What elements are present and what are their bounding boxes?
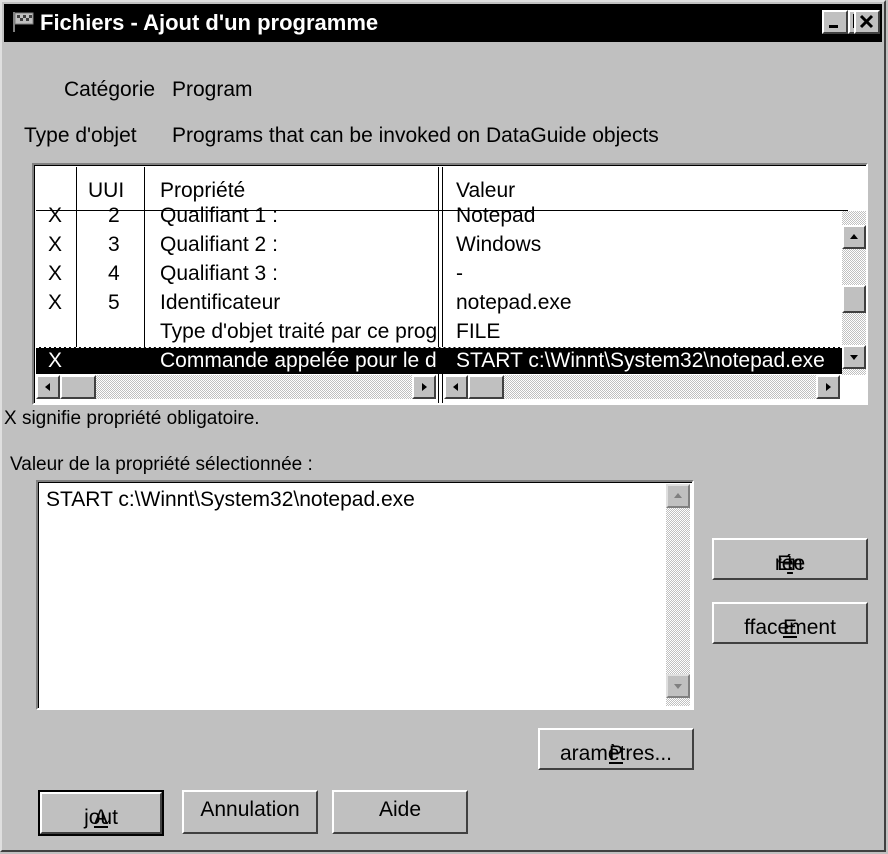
property-cell: Identificateur [160, 291, 281, 314]
mandatory-mark: X [48, 233, 63, 256]
scroll-right-button[interactable] [412, 375, 436, 399]
mandatory-mark: X [48, 349, 63, 372]
annulation-label: Annulation [200, 798, 300, 821]
scroll-up-button[interactable] [666, 484, 690, 508]
scroll-up-button[interactable] [842, 225, 866, 249]
ajout-button[interactable]: Ajout [38, 790, 164, 836]
object-type-label: Type d'objet [24, 124, 137, 147]
property-grid[interactable]: UUI Propriété Valeur X 2 Qualifiant 1 : … [32, 163, 868, 405]
property-cell: Qualifiant 1 : [160, 204, 278, 227]
scroll-down-button[interactable] [842, 345, 866, 369]
arrow-right-icon [826, 383, 831, 391]
mandatory-mark: X [48, 262, 63, 285]
scroll-thumb[interactable] [60, 375, 96, 399]
table-row[interactable]: X 2 Qualifiant 1 : Notepad [36, 202, 848, 231]
mandatory-mark: X [48, 204, 63, 227]
value-cell: - [456, 262, 463, 285]
minimize-icon [829, 25, 838, 28]
arrow-right-icon [422, 383, 427, 391]
table-row-selected[interactable]: X Commande appelée pour le d START c:\Wi… [36, 347, 848, 374]
object-type-value: Programs that can be invoked on DataGuid… [172, 124, 659, 147]
title-bar[interactable]: Fichiers - Ajout d'un programme [4, 4, 882, 42]
property-cell: Type d'objet traité par ce prog [160, 320, 438, 343]
mandatory-mark: X [48, 291, 63, 314]
ajout-label-rest: jout [84, 806, 118, 829]
header-uui[interactable]: UUI [88, 179, 124, 203]
table-row[interactable]: X 3 Qualifiant 2 : Windows [36, 231, 848, 260]
scroll-thumb[interactable] [468, 375, 504, 399]
parametres-button[interactable]: Paramètres... [538, 728, 694, 770]
property-cell: Qualifiant 2 : [160, 233, 278, 256]
arrow-up-icon [674, 493, 682, 498]
aide-button[interactable]: Aide [332, 790, 468, 834]
value-cell: FILE [456, 320, 501, 343]
scroll-thumb[interactable] [842, 285, 866, 313]
header-property[interactable]: Propriété [160, 179, 245, 203]
scroll-left-button[interactable] [444, 375, 468, 399]
uui-cell: 5 [108, 291, 120, 314]
annulation-button[interactable]: Annulation [182, 790, 318, 834]
right-horizontal-scrollbar[interactable] [444, 375, 840, 399]
table-row[interactable]: Type d'objet traité par ce prog FILE [36, 318, 848, 347]
scroll-left-button[interactable] [36, 375, 60, 399]
uui-cell: 3 [108, 233, 120, 256]
table-row[interactable]: X 5 Identificateur notepad.exe [36, 289, 848, 318]
selected-value-text: START c:\Winnt\System32\notepad.exe [46, 488, 415, 511]
entree-label-rest: rée [774, 552, 806, 575]
arrow-up-icon [850, 234, 858, 239]
property-cell: Qualifiant 3 : [160, 262, 278, 285]
scroll-right-button[interactable] [816, 375, 840, 399]
arrow-left-icon [45, 383, 50, 391]
parametres-label-rest: aramètres... [559, 742, 673, 765]
close-button[interactable] [854, 10, 880, 34]
arrow-down-icon [674, 684, 682, 689]
scroll-down-button[interactable] [666, 674, 690, 698]
uui-cell: 2 [108, 204, 120, 227]
arrow-down-icon [850, 355, 858, 360]
selected-value-textarea[interactable]: START c:\Winnt\System32\notepad.exe [36, 480, 694, 710]
value-cell: START c:\Winnt\System32\notepad.exe [456, 349, 825, 372]
effacement-button[interactable]: Effacement [712, 602, 868, 644]
uui-cell: 4 [108, 262, 120, 285]
selected-value-label: Valeur de la propriété sélectionnée : [10, 454, 313, 475]
textarea-vertical-scrollbar[interactable] [666, 484, 690, 706]
value-cell: Notepad [456, 204, 536, 227]
category-value: Program [172, 78, 253, 101]
value-cell: Windows [456, 233, 542, 256]
flag-icon [13, 12, 34, 32]
property-cell: Commande appelée pour le d [160, 349, 437, 372]
category-label: Catégorie [64, 78, 156, 101]
grid-vertical-scrollbar[interactable] [842, 211, 866, 375]
aide-label: Aide [378, 798, 422, 821]
value-cell: notepad.exe [456, 291, 572, 314]
header-value[interactable]: Valeur [456, 179, 515, 203]
arrow-left-icon [453, 383, 458, 391]
entree-button[interactable]: En t rée [712, 538, 868, 580]
table-row[interactable]: X 4 Qualifiant 3 : - [36, 260, 848, 289]
close-icon [859, 14, 874, 29]
left-horizontal-scrollbar[interactable] [36, 375, 436, 399]
minimize-button[interactable] [822, 10, 848, 34]
window-title: Fichiers - Ajout d'un programme [40, 10, 379, 35]
dialog-window: Fichiers - Ajout d'un programme Catégori… [0, 0, 886, 852]
effacement-label-rest: ffacement [744, 616, 836, 639]
mandatory-note: X signifie propriété obligatoire. [4, 408, 260, 429]
grid-body: X 2 Qualifiant 1 : Notepad X 3 Qualifian… [36, 202, 848, 374]
